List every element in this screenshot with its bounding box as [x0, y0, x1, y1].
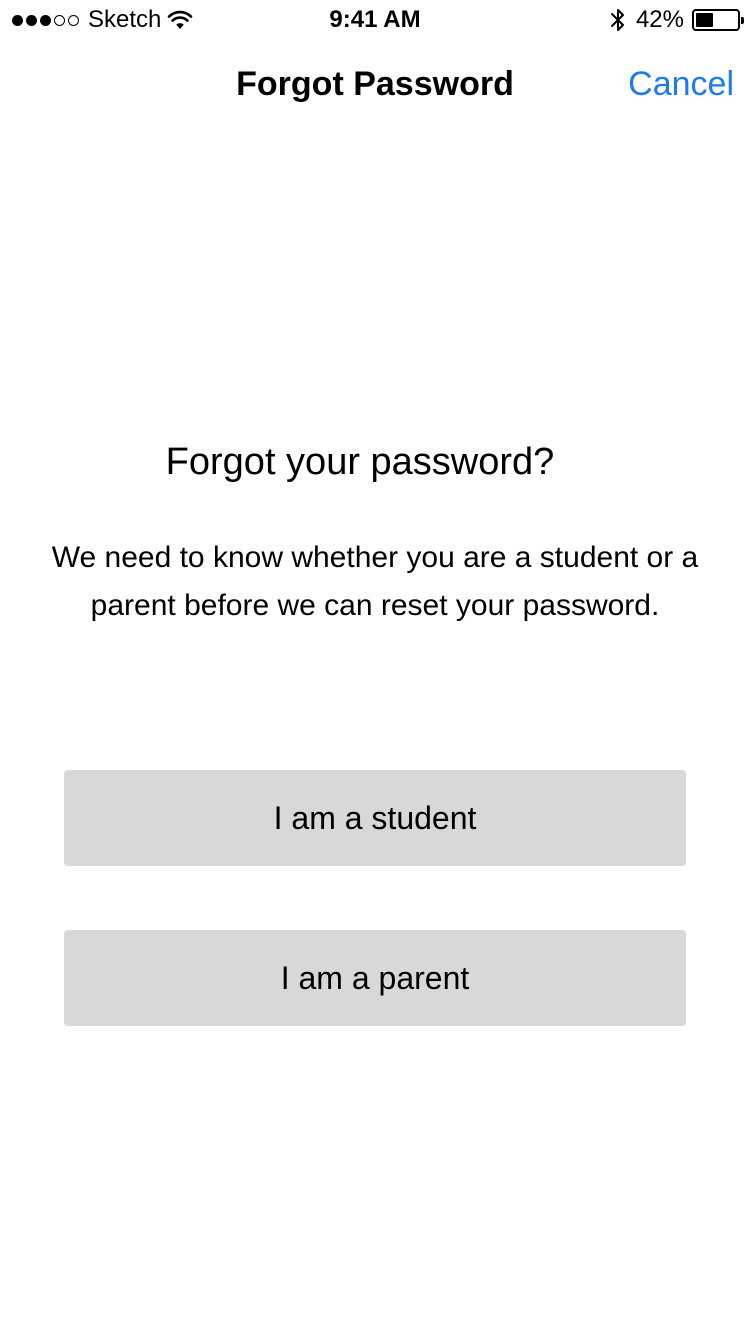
- forgot-password-heading: Forgot your password?: [165, 441, 555, 483]
- student-button[interactable]: I am a student: [64, 770, 686, 866]
- forgot-password-description: We need to know whether you are a studen…: [51, 541, 699, 622]
- parent-button[interactable]: I am a parent: [64, 930, 686, 1026]
- forgot-password-screen: Sketch 9:41 AM 42% Forgot Password Cance…: [0, 0, 750, 1334]
- battery-fill: [696, 13, 713, 27]
- status-right: 42%: [610, 6, 744, 34]
- bluetooth-icon: [610, 7, 626, 33]
- battery-icon: [692, 9, 744, 31]
- battery-tip: [741, 17, 744, 24]
- navigation-bar: Forgot Password Cancel: [0, 40, 750, 128]
- cancel-button[interactable]: Cancel: [628, 62, 734, 106]
- status-bar: Sketch 9:41 AM 42%: [0, 0, 750, 40]
- battery-percentage: 42%: [635, 6, 684, 33]
